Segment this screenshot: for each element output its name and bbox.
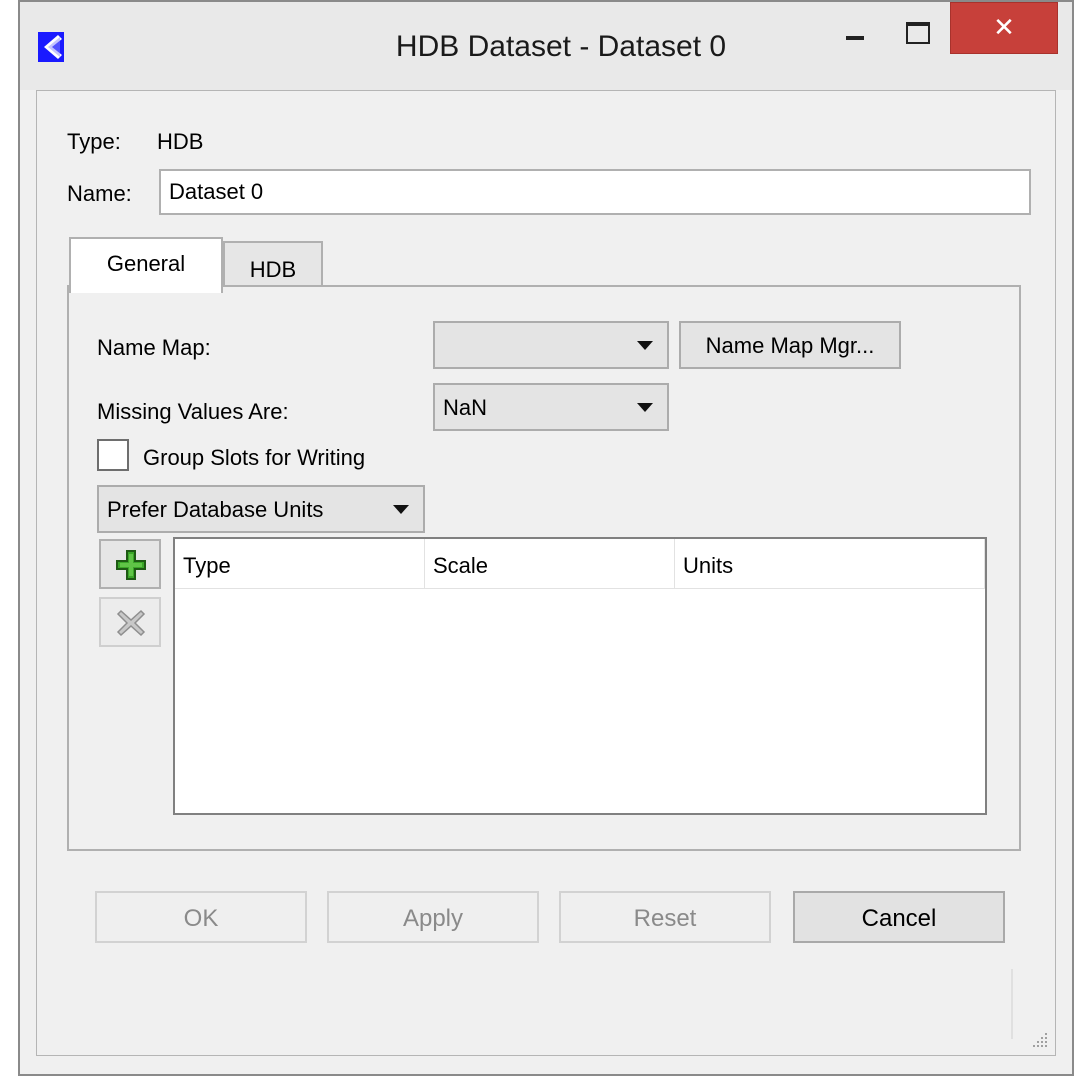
name-map-label: Name Map:: [97, 335, 211, 360]
group-slots-label: Group Slots for Writing: [143, 445, 366, 470]
separator: [1011, 969, 1013, 1039]
name-field[interactable]: [159, 169, 1031, 215]
delete-row-button[interactable]: [99, 597, 161, 647]
resize-grip-icon[interactable]: [1031, 1031, 1049, 1049]
close-button[interactable]: ✕: [950, 2, 1058, 54]
table-header-units[interactable]: Units: [675, 539, 985, 589]
name-map-dropdown[interactable]: [433, 321, 669, 369]
title-bar[interactable]: HDB Dataset - Dataset 0 ✕: [20, 2, 1072, 90]
reset-button[interactable]: Reset: [559, 891, 771, 943]
missing-values-dropdown[interactable]: NaN: [433, 383, 669, 431]
close-icon: ✕: [993, 12, 1015, 42]
cancel-button[interactable]: Cancel: [793, 891, 1005, 943]
group-slots-checkbox-wrap: [97, 439, 131, 473]
add-row-button[interactable]: [99, 539, 161, 589]
ok-button[interactable]: OK: [95, 891, 307, 943]
table-header-type[interactable]: Type: [175, 539, 425, 589]
general-tab-panel: Name Map: Name Map Mgr... Missing Values…: [67, 285, 1021, 851]
units-mode-dropdown[interactable]: Prefer Database Units: [97, 485, 425, 533]
maximize-button[interactable]: [888, 2, 944, 62]
dropdown-arrow-icon: [393, 505, 409, 514]
units-mode-value: Prefer Database Units: [107, 497, 324, 522]
name-label: Name:: [67, 181, 132, 206]
dropdown-arrow-icon: [637, 341, 653, 350]
name-map-mgr-button[interactable]: Name Map Mgr...: [679, 321, 901, 369]
dialog-window: HDB Dataset - Dataset 0 ✕ Type: HDB Name…: [18, 0, 1074, 1076]
missing-values-value: NaN: [443, 395, 488, 420]
table-header-scale[interactable]: Scale: [425, 539, 675, 589]
plus-icon: [116, 550, 146, 580]
dialog-content: Type: HDB Name: General HDB Name Map: Na…: [36, 90, 1056, 1056]
delete-x-icon: [116, 609, 146, 637]
apply-button[interactable]: Apply: [327, 891, 539, 943]
minimize-button[interactable]: [828, 2, 884, 62]
missing-values-label: Missing Values Are:: [97, 399, 289, 424]
units-table: Type Scale Units: [173, 537, 987, 815]
type-label: Type:: [67, 129, 121, 154]
dropdown-arrow-icon: [637, 403, 653, 412]
tab-hdb[interactable]: HDB: [223, 241, 323, 287]
type-value: HDB: [157, 129, 204, 154]
tab-general[interactable]: General: [69, 237, 223, 293]
group-slots-checkbox[interactable]: [97, 439, 129, 471]
